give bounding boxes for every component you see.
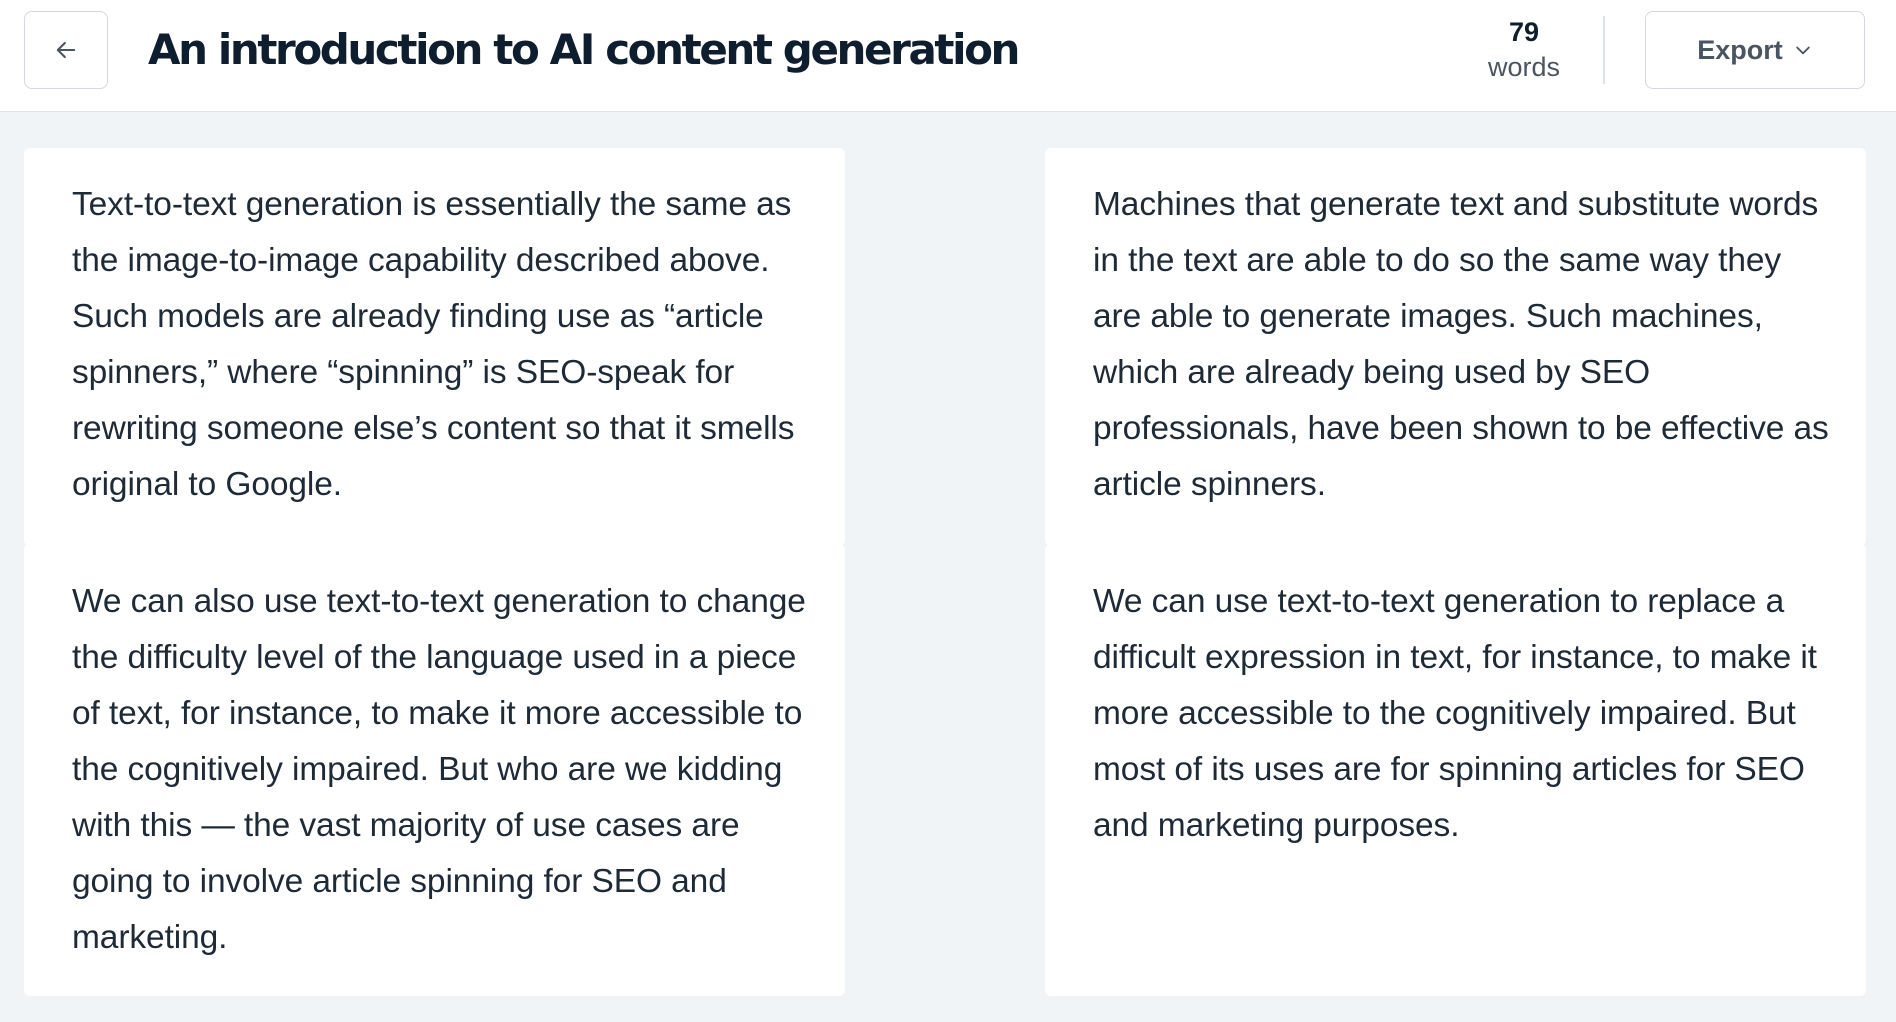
arrow-left-icon bbox=[56, 41, 76, 59]
export-button[interactable]: Export bbox=[1645, 11, 1865, 89]
editor-header: An introduction to AI content generation… bbox=[0, 0, 1896, 112]
word-count-number: 79 bbox=[1508, 17, 1540, 47]
chevron-down-icon bbox=[1796, 46, 1810, 55]
word-count-label: words bbox=[1487, 52, 1561, 82]
original-paragraph-text: We can also use text-to-text generation … bbox=[72, 583, 806, 956]
word-count: 79 words bbox=[1470, 12, 1578, 82]
rewritten-paragraph-text: Machines that generate text and substitu… bbox=[1093, 186, 1829, 503]
header-divider bbox=[1603, 16, 1605, 84]
rewritten-paragraph-text: We can use text-to-text generation to re… bbox=[1093, 583, 1817, 844]
original-paragraph-text: Text-to-text generation is essentially t… bbox=[72, 186, 795, 503]
back-button[interactable] bbox=[24, 11, 108, 89]
export-label: Export bbox=[1697, 34, 1783, 65]
page-title: An introduction to AI content generation bbox=[148, 25, 1020, 74]
